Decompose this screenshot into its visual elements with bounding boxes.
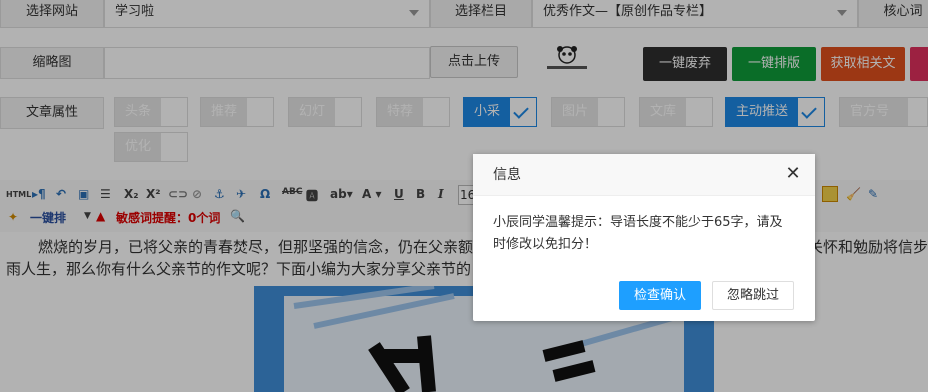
- skip-button[interactable]: 忽略跳过: [712, 281, 795, 310]
- dialog-title: 信息: [473, 154, 815, 196]
- close-icon[interactable]: ✕: [785, 165, 801, 183]
- confirm-button[interactable]: 检查确认: [619, 281, 702, 310]
- info-dialog: 信息 ✕ 小辰同学温馨提示：导语长度不能少于65字，请及时修改以免扣分！ 检查确…: [473, 154, 815, 321]
- dialog-message: 小辰同学温馨提示：导语长度不能少于65字，请及时修改以免扣分！: [493, 215, 783, 252]
